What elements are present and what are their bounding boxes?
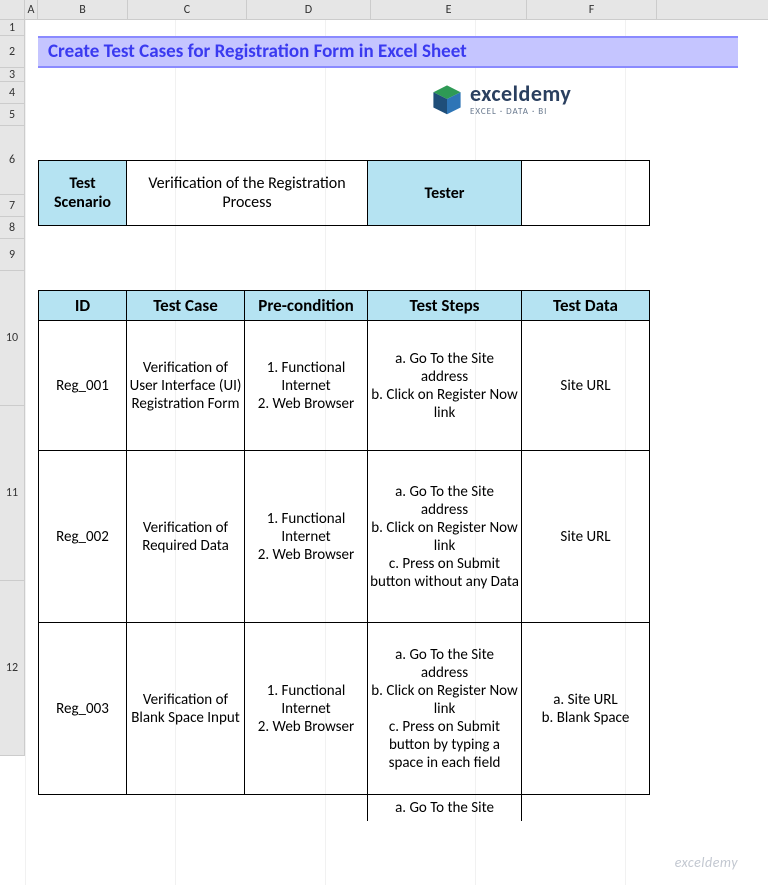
table-cell[interactable]: a. Go To the Site xyxy=(368,795,522,822)
tester-label-cell[interactable]: Tester xyxy=(368,161,522,226)
cube-icon xyxy=(430,82,464,116)
watermark: exceldemy xyxy=(675,854,738,871)
table-cell[interactable]: Reg_003 xyxy=(39,623,127,795)
table-cell[interactable]: a. Site URL b. Blank Space xyxy=(522,623,650,795)
table-cell[interactable]: Site URL xyxy=(522,451,650,623)
table-row: Reg_002Verification of Required Data1. F… xyxy=(39,451,650,623)
row-header[interactable]: 8 xyxy=(0,217,25,239)
column-header-row: A B C D E F xyxy=(0,0,768,20)
row-header[interactable]: 11 xyxy=(0,406,25,581)
row-header[interactable]: 10 xyxy=(0,271,25,406)
row-header[interactable]: 4 xyxy=(0,82,25,104)
table-cell[interactable]: a. Go To the Site address b. Click on Re… xyxy=(368,451,522,623)
table-cell[interactable]: Reg_002 xyxy=(39,451,127,623)
logo-text: exceldemy xyxy=(470,83,571,105)
table-cell[interactable]: Verification of User Interface (UI) Regi… xyxy=(127,321,245,451)
table-row: a. Go To the Site xyxy=(39,795,650,822)
table-cell[interactable]: Verification of Blank Space Input xyxy=(127,623,245,795)
table-cell[interactable] xyxy=(522,795,650,822)
table-cell[interactable] xyxy=(127,795,245,822)
row-header[interactable]: 12 xyxy=(0,581,25,756)
row-header-col: 123456789101112 xyxy=(0,20,25,756)
th-test-steps[interactable]: Test Steps xyxy=(368,291,522,321)
row-header[interactable]: 5 xyxy=(0,104,25,126)
table-cell[interactable]: Verification of Required Data xyxy=(127,451,245,623)
row-header[interactable]: 6 xyxy=(0,126,25,195)
table-cell[interactable] xyxy=(39,795,127,822)
table-row: Reg_003Verification of Blank Space Input… xyxy=(39,623,650,795)
th-id[interactable]: ID xyxy=(39,291,127,321)
th-test-case[interactable]: Test Case xyxy=(127,291,245,321)
row-header[interactable]: 2 xyxy=(0,36,25,68)
row-header[interactable]: 1 xyxy=(0,20,25,36)
col-header[interactable]: B xyxy=(38,0,128,19)
col-header[interactable]: A xyxy=(25,0,38,19)
row-header[interactable]: 7 xyxy=(0,195,25,217)
col-header[interactable]: C xyxy=(128,0,247,19)
sheet-title: Create Test Cases for Registration Form … xyxy=(38,36,738,68)
th-precondition[interactable]: Pre-condition xyxy=(245,291,368,321)
col-header[interactable]: E xyxy=(371,0,527,19)
logo-subtext: EXCEL · DATA · BI xyxy=(470,107,571,116)
col-header[interactable]: F xyxy=(527,0,657,19)
table-cell[interactable]: 1. Functional Internet 2. Web Browser xyxy=(245,321,368,451)
brand-logo: exceldemy EXCEL · DATA · BI xyxy=(430,82,571,116)
th-test-data[interactable]: Test Data xyxy=(522,291,650,321)
col-header[interactable]: D xyxy=(247,0,371,19)
table-cell[interactable]: 1. Functional Internet 2. Web Browser xyxy=(245,451,368,623)
test-cases-table: ID Test Case Pre-condition Test Steps Te… xyxy=(38,290,650,821)
row-header[interactable]: 9 xyxy=(0,239,25,271)
table-row: Reg_001Verification of User Interface (U… xyxy=(39,321,650,451)
table-cell[interactable]: Site URL xyxy=(522,321,650,451)
table-header-row: ID Test Case Pre-condition Test Steps Te… xyxy=(39,291,650,321)
table-cell[interactable]: a. Go To the Site address b. Click on Re… xyxy=(368,623,522,795)
scenario-value-cell[interactable]: Verification of the Registration Process xyxy=(127,161,368,226)
scenario-table: Test Scenario Verification of the Regist… xyxy=(38,160,650,226)
table-cell[interactable] xyxy=(245,795,368,822)
table-cell[interactable]: Reg_001 xyxy=(39,321,127,451)
table-cell[interactable]: 1. Functional Internet 2. Web Browser xyxy=(245,623,368,795)
table-cell[interactable]: a. Go To the Site address b. Click on Re… xyxy=(368,321,522,451)
row-header[interactable]: 3 xyxy=(0,68,25,82)
scenario-label-cell[interactable]: Test Scenario xyxy=(39,161,127,226)
tester-value-cell[interactable] xyxy=(522,161,650,226)
